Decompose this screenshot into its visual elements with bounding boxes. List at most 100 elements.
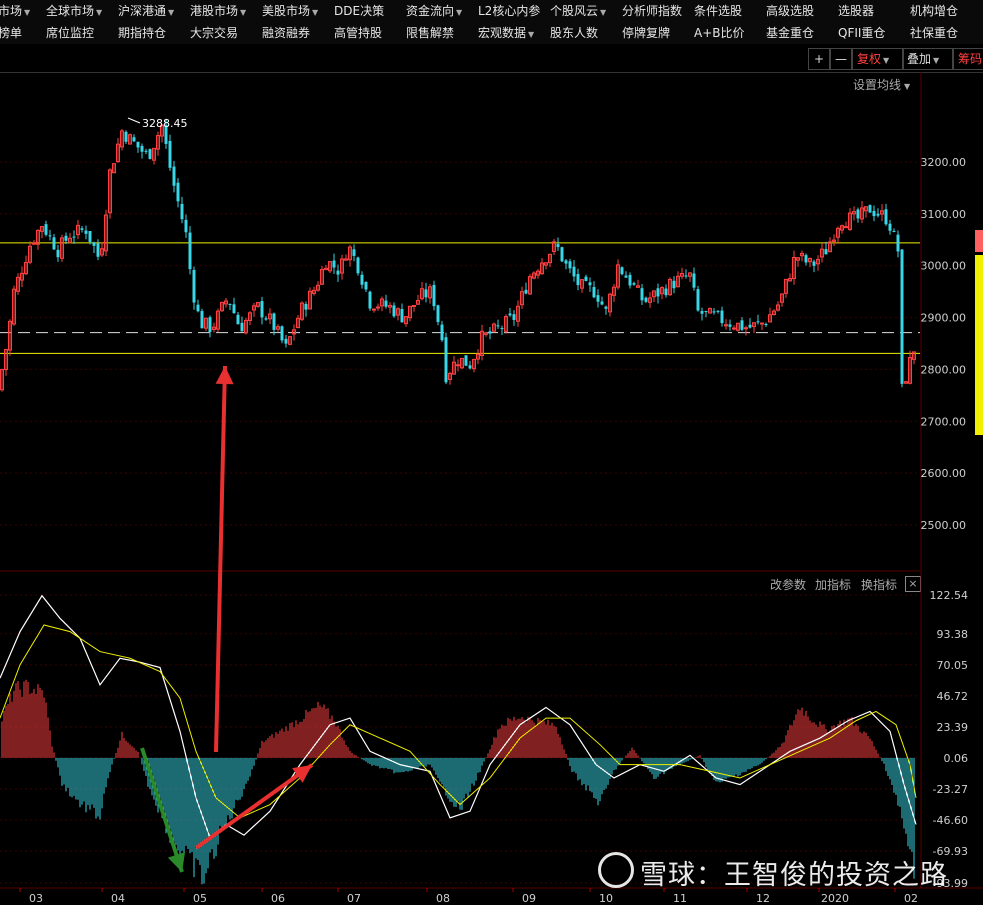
- time-tick-label: 12: [756, 892, 770, 905]
- candle-body-down: [168, 141, 172, 168]
- macd-tick-label: -46.60: [933, 814, 968, 827]
- candle-body-down: [596, 295, 600, 302]
- candle-body-down: [496, 325, 500, 327]
- candle-body-down: [232, 304, 236, 314]
- candle-body-up: [456, 364, 460, 367]
- candle-body-down: [712, 311, 716, 313]
- candle-body-down: [692, 273, 696, 288]
- candle-body-down: [88, 231, 92, 242]
- candle-body-down: [856, 209, 860, 219]
- candle-body-down: [500, 327, 504, 329]
- time-tick-label: 07: [347, 892, 361, 905]
- candle-body-down: [64, 235, 68, 241]
- candle-body-down: [80, 228, 84, 230]
- candle-body-down: [304, 304, 308, 310]
- candle-body-down: [364, 281, 368, 290]
- candle-body-down: [148, 149, 152, 159]
- xueqiu-logo-icon: [598, 852, 634, 888]
- candle-body-down: [756, 321, 760, 323]
- candle-body-down: [512, 314, 516, 320]
- candle-body-down: [560, 247, 564, 262]
- red-arrow-diagonal-head: [292, 765, 312, 783]
- candle-body-down: [360, 274, 364, 285]
- candle-body-down: [564, 260, 568, 264]
- candle-body-down: [356, 257, 360, 274]
- price-tick-label: 3200.00: [921, 156, 967, 169]
- candle-body-down: [588, 282, 592, 286]
- candle-body-up: [744, 327, 748, 330]
- candle-body-down: [896, 234, 900, 252]
- candle-body-down: [132, 137, 136, 142]
- macd-tick-label: 46.72: [937, 690, 969, 703]
- red-arrow-diagonal: [194, 763, 314, 850]
- candle-body-down: [392, 305, 396, 317]
- candle-body-down: [400, 309, 404, 323]
- candle-body-down: [572, 266, 576, 277]
- candle-body-down: [508, 313, 512, 316]
- candle-body-down: [664, 288, 668, 296]
- candle-body-down: [824, 249, 828, 255]
- candle-body-down: [748, 324, 752, 328]
- candle-body-down: [196, 304, 200, 312]
- kline-chart[interactable]: 3200.00 3100.00 3000.00 2900.00 2800.00 2700.…: [0, 0, 983, 905]
- candle-body-down: [704, 311, 708, 313]
- candle-body-down: [140, 145, 144, 152]
- time-tick-label: 02: [904, 892, 918, 905]
- candle-body-down: [556, 244, 560, 248]
- candle-body-down: [384, 300, 388, 307]
- candle-body-down: [144, 150, 148, 152]
- candle-body-down: [900, 249, 904, 384]
- candle-body-down: [436, 305, 440, 323]
- candle-body-down: [200, 311, 204, 329]
- time-tick-label: 10: [599, 892, 613, 905]
- candle-body-down: [584, 276, 588, 281]
- candle-body-down: [592, 287, 596, 298]
- candle-body-up: [844, 226, 848, 229]
- price-tick-label: 2900.00: [921, 312, 967, 325]
- candle-body-down: [812, 261, 816, 266]
- red-arrow-up-head: [215, 366, 234, 385]
- candle-body-down: [368, 291, 372, 309]
- candle-body-down: [684, 275, 688, 277]
- candle-body-down: [352, 249, 356, 256]
- candle-body-down: [640, 288, 644, 301]
- candle-body-down: [524, 289, 528, 294]
- candle-body-down: [432, 284, 436, 307]
- candle-body-down: [468, 365, 472, 369]
- candle-body-down: [264, 318, 268, 320]
- candle-body-down: [444, 337, 448, 383]
- price-tick-label: 2600.00: [921, 467, 967, 480]
- price-tick-label: 2500.00: [921, 519, 967, 532]
- candle-body-down: [96, 243, 100, 257]
- time-tick-label: 11: [673, 892, 687, 905]
- candle-body-down: [576, 274, 580, 286]
- price-tick-label: 2700.00: [921, 415, 967, 428]
- candle-body-up: [732, 327, 736, 330]
- macd-tick-label: -23.27: [933, 783, 968, 796]
- candle-body-down: [192, 269, 196, 303]
- red-arrow-up: [214, 365, 227, 753]
- candle-body-up: [376, 306, 380, 309]
- price-tick-label: 3000.00: [921, 260, 967, 273]
- candle-body-down: [124, 131, 128, 142]
- candle-body-down: [888, 223, 892, 231]
- price-tick-label: 3100.00: [921, 208, 967, 221]
- time-tick-label: 09: [522, 892, 536, 905]
- max-price-pointer: [127, 117, 141, 124]
- candle-body-up: [32, 242, 36, 245]
- candle-body-down: [424, 289, 428, 298]
- macd-tick-label: 23.39: [937, 721, 969, 734]
- candle-body-down: [84, 230, 88, 234]
- candle-body-down: [728, 324, 732, 327]
- candle-body-down: [336, 270, 340, 275]
- candle-body-down: [604, 306, 608, 309]
- candle-body-down: [284, 338, 288, 344]
- candle-body-down: [868, 205, 872, 213]
- candle-body-down: [56, 249, 60, 258]
- candle-body-down: [764, 324, 768, 326]
- candle-body-down: [180, 203, 184, 220]
- time-tick-label: 05: [193, 892, 207, 905]
- time-tick-label: 03: [29, 892, 43, 905]
- price-tick-label: 2800.00: [921, 363, 967, 376]
- macd-dif-line: [0, 594, 917, 839]
